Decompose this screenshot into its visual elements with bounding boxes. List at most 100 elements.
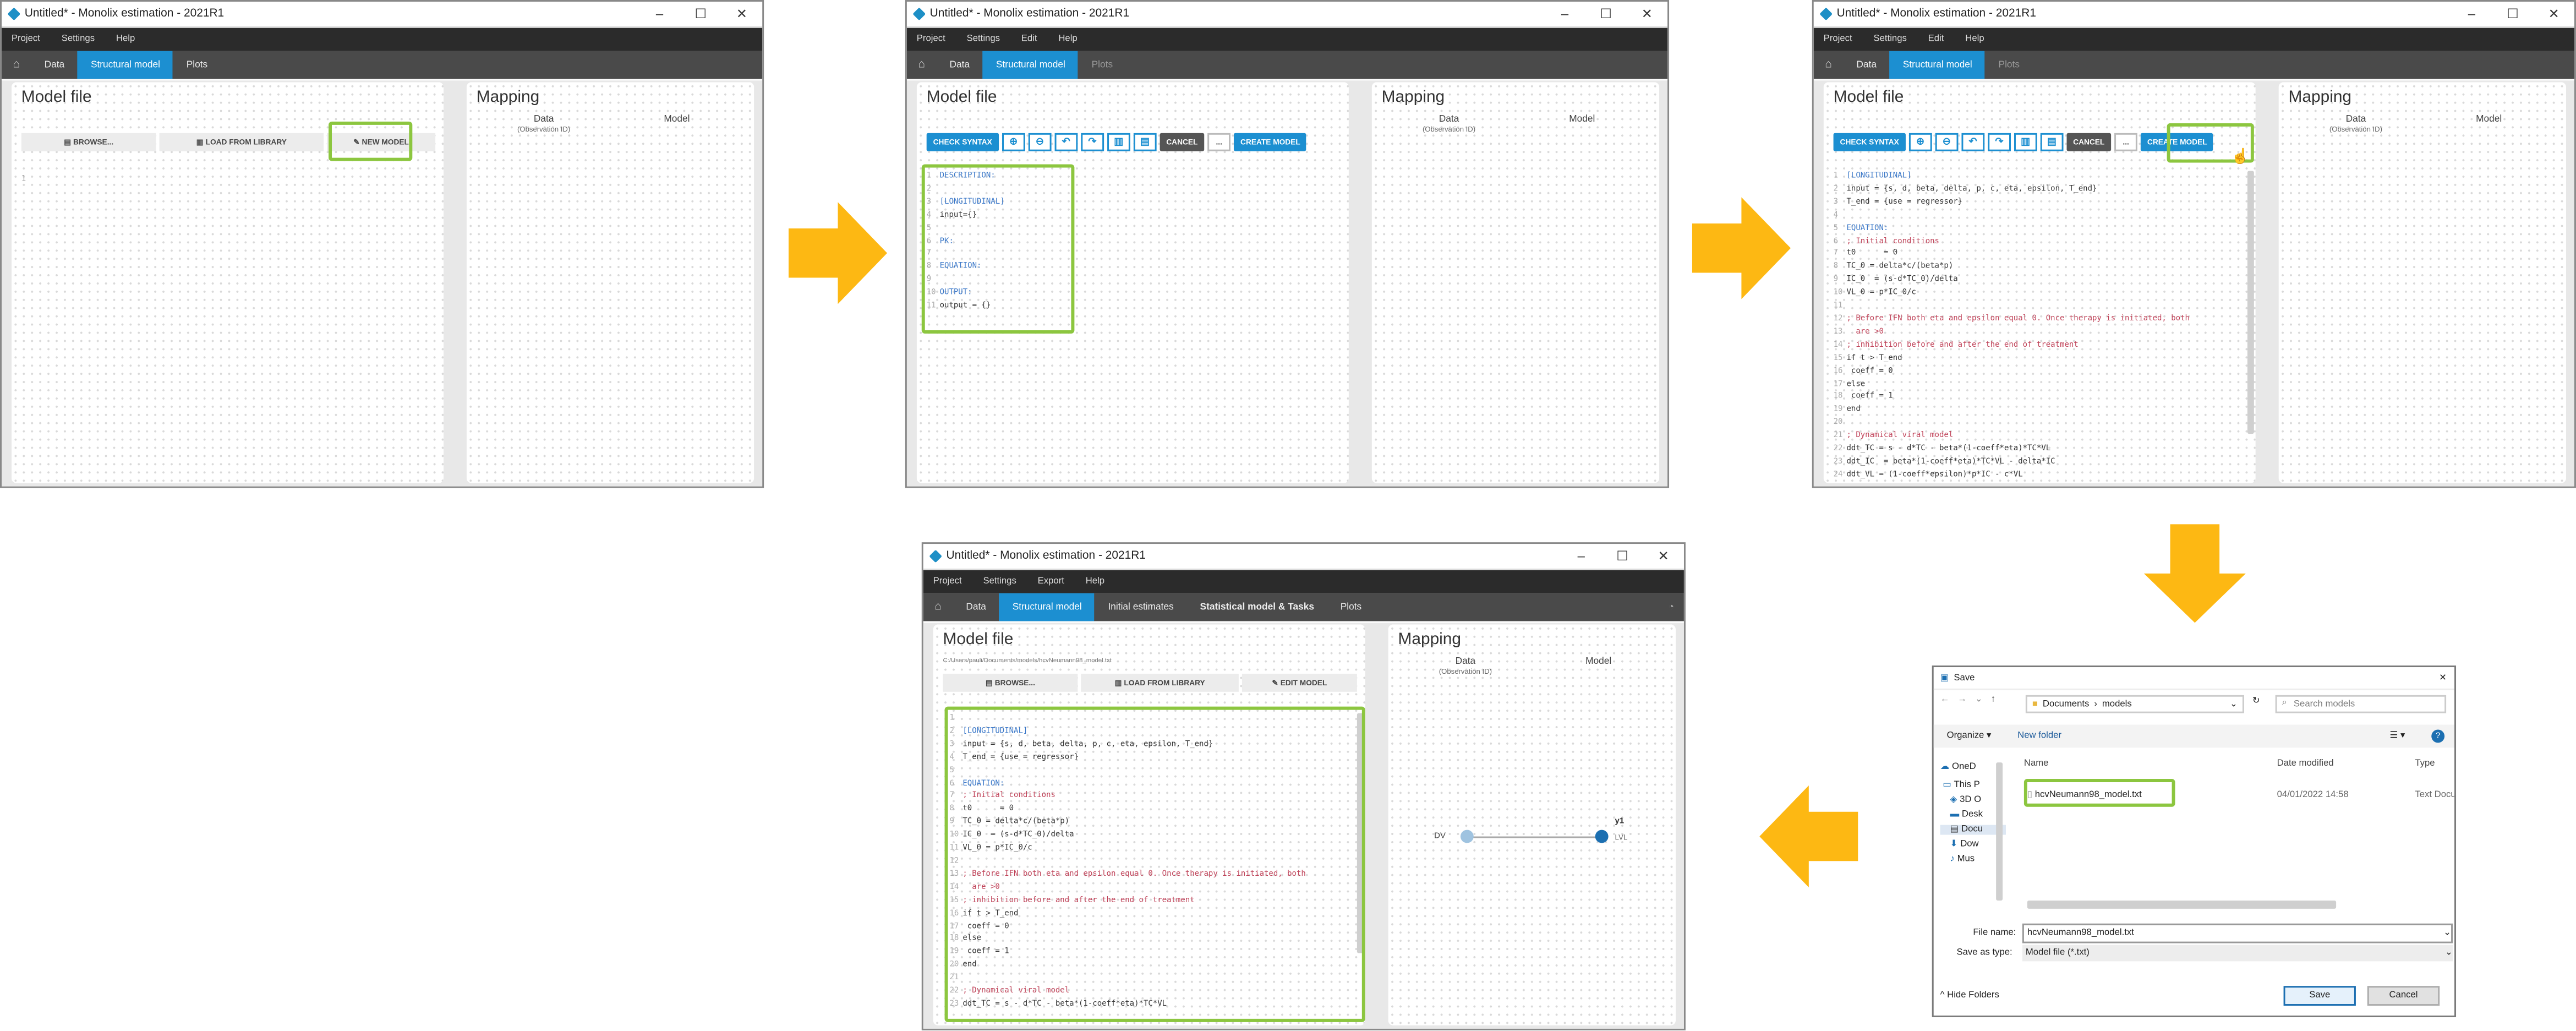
col-date[interactable]: Date modified xyxy=(2277,759,2415,776)
menu-settings[interactable]: Settings xyxy=(62,35,95,45)
col-name[interactable]: Name xyxy=(2024,759,2277,776)
maximize-icon[interactable]: ☐ xyxy=(2492,7,2534,21)
zoom-in-icon[interactable]: ⊕ xyxy=(1002,133,1025,151)
menu-help[interactable]: Help xyxy=(1965,35,1984,45)
library-icon[interactable]: ▥ xyxy=(2014,133,2037,151)
recent-chevron-icon[interactable]: ⌄ xyxy=(1975,695,1983,705)
more-button[interactable]: ... xyxy=(1207,133,1231,151)
forward-icon[interactable]: → xyxy=(1957,695,1967,705)
close-icon[interactable]: ✕ xyxy=(2533,7,2574,21)
menu-edit[interactable]: Edit xyxy=(1021,35,1037,45)
mapping-y1-node[interactable] xyxy=(1595,830,1609,843)
path-documents[interactable]: Documents xyxy=(2043,699,2089,709)
undo-icon[interactable]: ↶ xyxy=(1054,133,1078,151)
chevron-down-icon[interactable]: ⌄ xyxy=(2443,929,2451,939)
check-syntax-button[interactable]: CHECK SYNTAX xyxy=(1833,133,1906,151)
path-models[interactable]: models xyxy=(2102,699,2132,709)
menu-help[interactable]: Help xyxy=(116,35,135,45)
minimize-icon[interactable]: – xyxy=(639,7,680,21)
undo-icon[interactable]: ↶ xyxy=(1961,133,1984,151)
tab-plots[interactable]: Plots xyxy=(1327,593,1375,621)
chevron-down-icon[interactable]: ⌄ xyxy=(2445,948,2453,958)
menu-settings[interactable]: Settings xyxy=(1874,35,1907,45)
help-icon[interactable]: ? xyxy=(2431,729,2445,743)
menu-project[interactable]: Project xyxy=(1824,35,1852,45)
new-folder-button[interactable]: New folder xyxy=(2017,731,2061,741)
minimize-icon[interactable]: – xyxy=(2451,7,2492,21)
tab-plots[interactable]: Plots xyxy=(173,51,221,79)
file-list-scrollbar[interactable] xyxy=(2027,900,2337,909)
create-model-button[interactable]: CREATE MODEL xyxy=(1234,133,1307,151)
editor-scrollbar[interactable] xyxy=(2247,171,2254,434)
close-icon[interactable]: ✕ xyxy=(1643,549,1684,564)
chat-icon[interactable]: ◔ xyxy=(1669,593,1674,621)
menu-project[interactable]: Project xyxy=(917,35,945,45)
home-icon[interactable]: ⌂ xyxy=(907,51,937,79)
file-name-input[interactable]: hcvNeumann98_model.txt ⌄ xyxy=(2022,923,2453,943)
menu-export[interactable]: Export xyxy=(1038,577,1064,587)
home-icon[interactable]: ⌂ xyxy=(923,593,953,621)
menu-help[interactable]: Help xyxy=(1086,577,1104,587)
tab-structural-model[interactable]: Structural model xyxy=(999,593,1095,621)
redo-icon[interactable]: ↷ xyxy=(1987,133,2011,151)
tab-initial-estimates[interactable]: Initial estimates xyxy=(1095,593,1187,621)
tab-plots[interactable]: Plots xyxy=(1986,51,2033,79)
refresh-icon[interactable]: ↻ xyxy=(2252,697,2260,707)
menu-project[interactable]: Project xyxy=(933,577,962,587)
more-button[interactable]: ... xyxy=(2114,133,2138,151)
chevron-down-icon[interactable]: ⌄ xyxy=(2230,699,2238,709)
cancel-button[interactable]: CANCEL xyxy=(1160,133,1205,151)
up-icon[interactable]: ↑ xyxy=(1991,695,1995,705)
view-icon[interactable]: ☰ ▾ xyxy=(2389,731,2405,741)
address-bar[interactable]: ■ Documents › models ⌄ xyxy=(2025,695,2244,713)
maximize-icon[interactable]: ☐ xyxy=(1602,549,1643,564)
hide-folders-button[interactable]: ^ Hide Folders xyxy=(1940,991,1999,1001)
tab-data[interactable]: Data xyxy=(937,51,983,79)
menu-help[interactable]: Help xyxy=(1058,35,1077,45)
menu-settings[interactable]: Settings xyxy=(967,35,1000,45)
close-icon[interactable]: ✕ xyxy=(2431,673,2454,683)
tab-structural-model[interactable]: Structural model xyxy=(982,51,1079,79)
home-icon[interactable]: ⌂ xyxy=(1814,51,1844,79)
home-icon[interactable]: ⌂ xyxy=(2,51,31,79)
tab-structural-model[interactable]: Structural model xyxy=(78,51,173,79)
cancel-button[interactable]: Cancel xyxy=(2367,986,2440,1006)
tab-statistical-model[interactable]: Statistical model & Tasks xyxy=(1187,593,1327,621)
minimize-icon[interactable]: – xyxy=(1544,7,1585,21)
redo-icon[interactable]: ↷ xyxy=(1081,133,1104,151)
code-editor[interactable]: 1 [LONGITUDINAL] 2 input = {s, d, beta, del… xyxy=(1834,171,2190,482)
nav-scrollbar[interactable] xyxy=(1996,762,2003,901)
document-icon[interactable]: ▤ xyxy=(1133,133,1157,151)
close-icon[interactable]: ✕ xyxy=(721,7,763,21)
tab-data[interactable]: Data xyxy=(1844,51,1890,79)
load-library-button[interactable]: ▥ LOAD FROM LIBRARY xyxy=(1081,673,1239,692)
maximize-icon[interactable]: ☐ xyxy=(680,7,721,21)
tab-structural-model[interactable]: Structural model xyxy=(1889,51,1986,79)
save-button[interactable]: Save xyxy=(2283,986,2356,1006)
check-syntax-button[interactable]: CHECK SYNTAX xyxy=(926,133,999,151)
tab-data[interactable]: Data xyxy=(31,51,78,79)
minimize-icon[interactable]: – xyxy=(1561,549,1602,564)
browse-button[interactable]: ▤ BROWSE... xyxy=(21,133,156,151)
edit-model-button[interactable]: ✎ EDIT MODEL xyxy=(1241,673,1357,692)
tab-data[interactable]: Data xyxy=(953,593,999,621)
col-type[interactable]: Type xyxy=(2415,759,2435,776)
save-type-select[interactable]: Model file (*.txt) ⌄ xyxy=(2022,945,2453,962)
back-icon[interactable]: ← xyxy=(1940,695,1950,705)
zoom-out-icon[interactable]: ⊖ xyxy=(1935,133,1959,151)
close-icon[interactable]: ✕ xyxy=(1626,7,1667,21)
document-icon[interactable]: ▤ xyxy=(2040,133,2064,151)
mapping-dv-node[interactable] xyxy=(1460,830,1474,843)
browse-button[interactable]: ▤ BROWSE... xyxy=(943,673,1078,692)
maximize-icon[interactable]: ☐ xyxy=(1585,7,1627,21)
library-icon[interactable]: ▥ xyxy=(1107,133,1130,151)
menu-settings[interactable]: Settings xyxy=(983,577,1016,587)
organize-button[interactable]: Organize ▾ xyxy=(1947,731,1992,741)
menu-edit[interactable]: Edit xyxy=(1928,35,1944,45)
tab-plots[interactable]: Plots xyxy=(1079,51,1126,79)
zoom-out-icon[interactable]: ⊖ xyxy=(1028,133,1052,151)
zoom-in-icon[interactable]: ⊕ xyxy=(1908,133,1932,151)
cancel-button[interactable]: CANCEL xyxy=(2066,133,2112,151)
menu-project[interactable]: Project xyxy=(12,35,40,45)
search-input[interactable]: ⌕ Search models xyxy=(2275,695,2447,713)
